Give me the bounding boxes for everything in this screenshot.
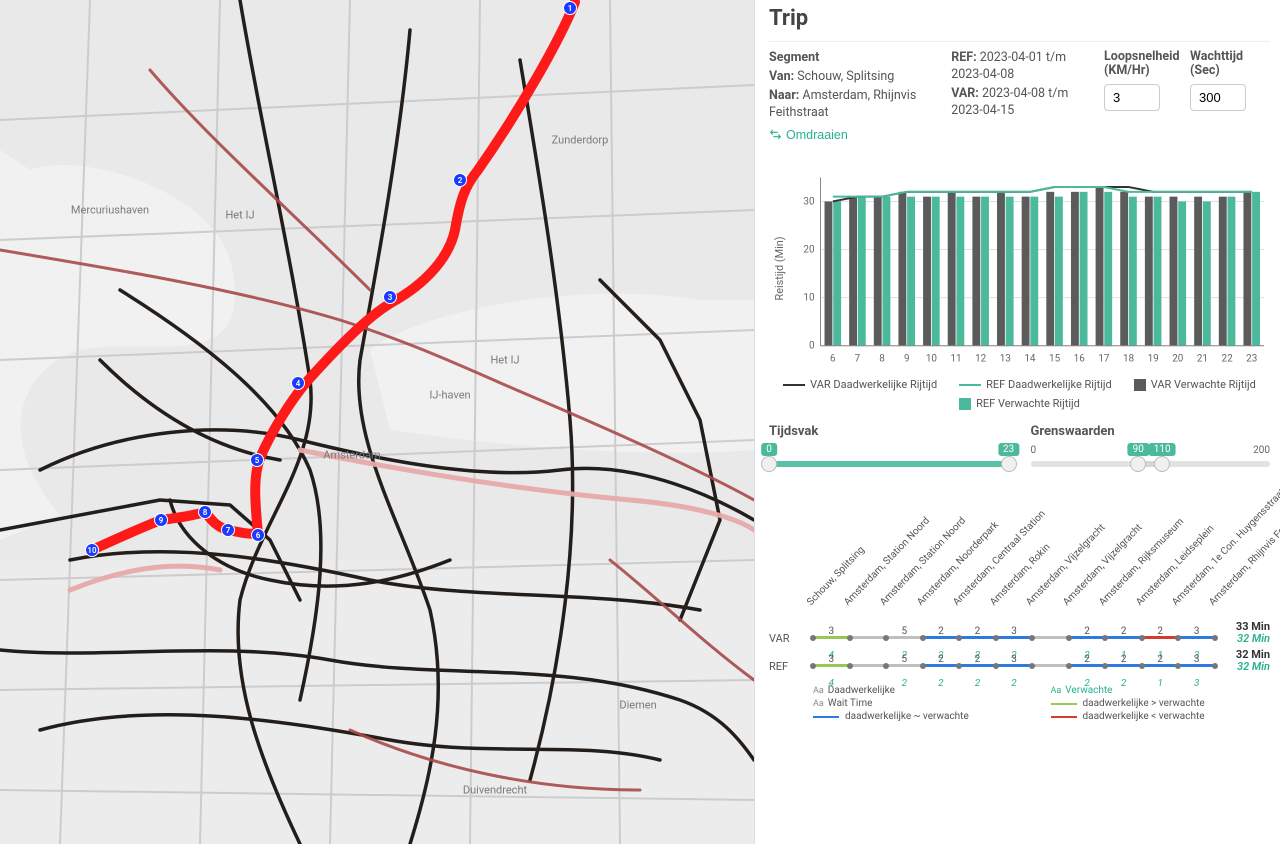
side-panel: Trip Segment Van: Schouw, Splitsing Naar… <box>754 0 1280 844</box>
svg-text:18: 18 <box>1123 354 1135 365</box>
svg-text:7: 7 <box>855 354 861 365</box>
svg-text:12: 12 <box>975 354 987 365</box>
grens-handle-high[interactable] <box>1154 456 1170 472</box>
svg-text:20: 20 <box>803 245 814 256</box>
van-value: Schouw, Splitsing <box>797 69 894 84</box>
var-label: VAR: <box>951 86 979 101</box>
map-panel[interactable]: ZunderdorpMercuriushavenHet IJHet IJIJ-h… <box>0 0 754 844</box>
swap-button[interactable]: Omdraaien <box>769 128 848 142</box>
legend-ref-line: REF Daadwerkelijke Rijtijd <box>986 378 1112 391</box>
route-node[interactable]: 8 <box>198 505 212 519</box>
svg-text:11: 11 <box>950 354 961 365</box>
legend-var-bar: VAR Verwachte Rijtijd <box>1151 378 1256 391</box>
route-node[interactable]: 1 <box>563 1 577 15</box>
naar-label: Naar: <box>769 88 799 103</box>
grens-max: 200 <box>1253 445 1270 456</box>
segment-block: Segment Van: Schouw, Splitsing Naar: Ams… <box>769 41 1270 145</box>
diagram-row-label: REF <box>769 660 813 673</box>
speed-label: Loopsnelheid (KM/Hr) <box>1104 50 1184 78</box>
route-node[interactable]: 9 <box>154 513 168 527</box>
grens-title: Grenswaarden <box>1031 424 1271 439</box>
tijdsvak-slider[interactable]: Tijdsvak 0 23 <box>769 424 1009 467</box>
leg-wait: Wait Time <box>828 698 873 709</box>
chart-svg: 0 10 20 30 6 7 8 9 10 11 12 13 14 15 16 17 18 19 20 21 22 23 R… <box>769 161 1270 376</box>
svg-text:8: 8 <box>879 354 885 365</box>
tijdsvak-handle-low[interactable] <box>761 456 777 472</box>
svg-text:13: 13 <box>1000 354 1011 365</box>
swap-label: Omdraaien <box>786 128 848 142</box>
svg-text:0: 0 <box>809 341 815 352</box>
svg-text:Reistijd (Min): Reistijd (Min) <box>773 236 786 300</box>
page-title: Trip <box>769 6 1270 31</box>
swap-icon <box>769 128 782 141</box>
route-node[interactable]: 5 <box>250 453 264 467</box>
route-node[interactable]: 10 <box>85 543 99 557</box>
chart-legend: VAR Daadwerkelijke Rijtijd REF Daadwerke… <box>769 378 1270 410</box>
svg-text:6: 6 <box>830 354 836 365</box>
route-node[interactable]: 3 <box>383 290 397 304</box>
tijdsvak-title: Tijdsvak <box>769 424 1009 439</box>
diagram-row: REF34522222322222213332 Min32 Min <box>769 653 1270 679</box>
diagram-total: 33 Min32 Min <box>1236 621 1270 645</box>
leg-daad: Daadwerkelijke <box>828 685 895 696</box>
van-label: Van: <box>769 69 794 84</box>
legend-var-line: VAR Daadwerkelijke Rijtijd <box>810 378 937 391</box>
travel-time-chart: 0 10 20 30 6 7 8 9 10 11 12 13 14 15 16 17 18 19 20 21 22 23 R… <box>769 161 1270 376</box>
route-node[interactable]: 7 <box>221 523 235 537</box>
svg-text:23: 23 <box>1246 354 1257 365</box>
leg-blue: daadwerkelijke ~ verwachte <box>845 711 969 722</box>
svg-text:21: 21 <box>1197 354 1208 365</box>
svg-text:14: 14 <box>1024 354 1036 365</box>
svg-text:10: 10 <box>803 293 814 304</box>
segment-section-label: Segment <box>769 50 819 65</box>
route-node[interactable]: 2 <box>453 173 467 187</box>
diagram-row: VAR34522222322221213333 Min32 Min <box>769 625 1270 651</box>
svg-text:19: 19 <box>1148 354 1159 365</box>
speed-input[interactable] <box>1104 84 1160 111</box>
wait-input[interactable] <box>1190 84 1246 111</box>
tijdsvak-handle-high[interactable] <box>1001 456 1017 472</box>
wait-label: Wachttijd (Sec) <box>1190 50 1270 78</box>
leg-red: daadwerkelijke < verwachte <box>1083 711 1205 722</box>
grens-handle-low[interactable] <box>1130 456 1146 472</box>
ref-label: REF: <box>951 50 976 65</box>
sliders-row: Tijdsvak 0 23 Grenswaarden 0 200 90 <box>769 424 1270 467</box>
diagram-legend: AaDaadwerkelijke AaVerwachte AaWait Time… <box>769 685 1270 722</box>
svg-text:16: 16 <box>1074 354 1086 365</box>
svg-text:30: 30 <box>803 196 814 207</box>
svg-text:15: 15 <box>1049 354 1061 365</box>
diagram-total: 32 Min32 Min <box>1236 649 1270 673</box>
grens-slider[interactable]: Grenswaarden 0 200 90 110 <box>1031 424 1271 467</box>
leg-green: daadwerkelijke > verwachte <box>1083 698 1205 709</box>
trip-diagram: Schouw, SplitsingAmsterdam, Station Noor… <box>769 483 1270 840</box>
svg-text:20: 20 <box>1172 354 1183 365</box>
diagram-row-label: VAR <box>769 632 813 645</box>
route-node[interactable]: 4 <box>291 376 305 390</box>
svg-text:10: 10 <box>926 354 937 365</box>
route-node[interactable]: 6 <box>251 528 265 542</box>
svg-text:22: 22 <box>1222 354 1234 365</box>
grens-min: 0 <box>1031 445 1037 456</box>
svg-text:17: 17 <box>1098 354 1110 365</box>
map-roads-svg <box>0 0 754 844</box>
legend-ref-bar: REF Verwachte Rijtijd <box>976 397 1080 410</box>
svg-text:9: 9 <box>904 354 910 365</box>
